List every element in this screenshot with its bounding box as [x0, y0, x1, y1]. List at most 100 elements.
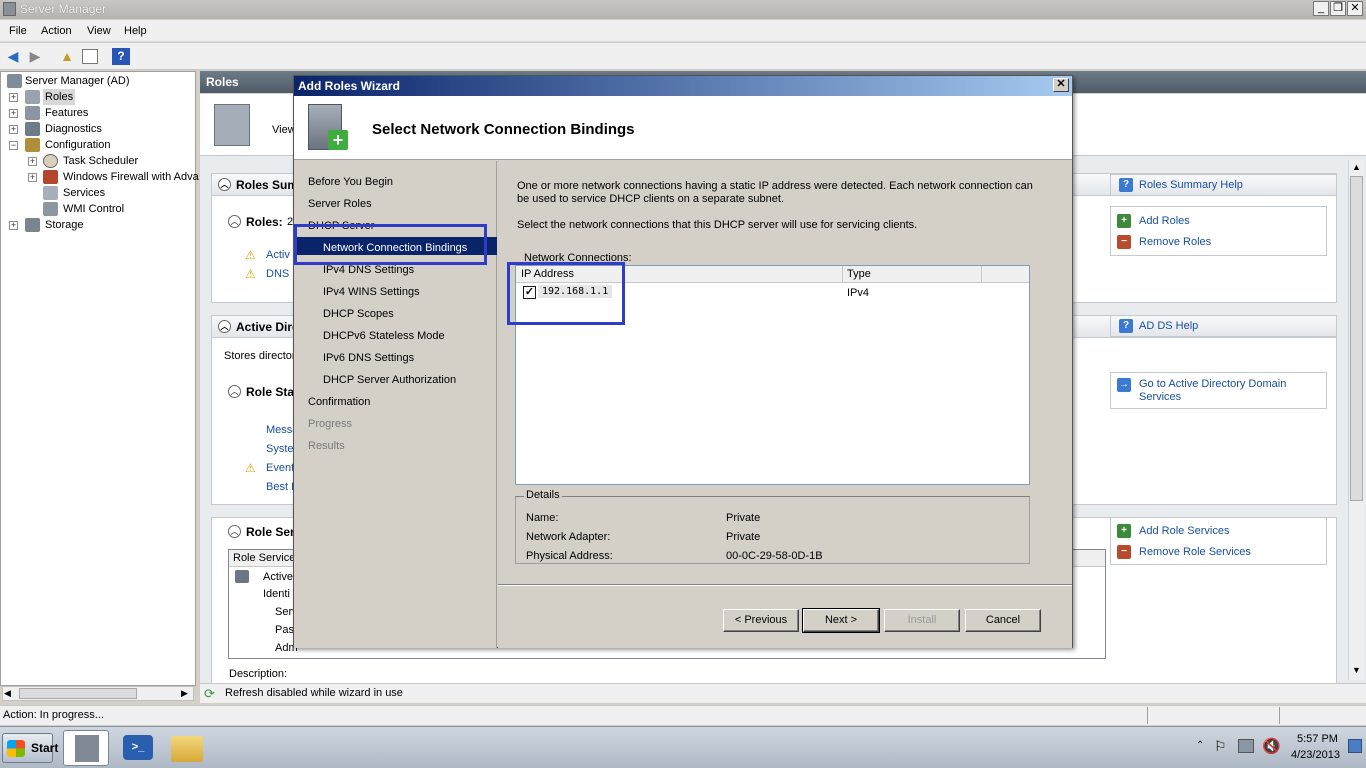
menu-help[interactable]: Help: [124, 25, 147, 37]
nav-before-you-begin[interactable]: Before You Begin: [308, 176, 393, 188]
previous-button[interactable]: < Previous: [723, 609, 799, 632]
install-button: Install: [884, 609, 960, 632]
tree-item-diagnostics[interactable]: Diagnostics: [45, 121, 102, 137]
ad-ds-help-link[interactable]: AD DS Help: [1139, 320, 1198, 332]
collapse-icon[interactable]: ︿: [228, 215, 241, 228]
role-link-active-directory[interactable]: Activ: [266, 249, 290, 261]
menu-action[interactable]: Action: [41, 25, 72, 37]
status-link-events[interactable]: Event: [266, 462, 294, 474]
close-button[interactable]: ✕: [1347, 1, 1363, 16]
show-hide-tree-icon[interactable]: [82, 49, 98, 64]
menu-file[interactable]: File: [9, 25, 27, 37]
tree-root[interactable]: Server Manager (AD): [25, 73, 130, 89]
detail-mac-label: Physical Address:: [526, 550, 613, 562]
collapse-icon[interactable]: ︿: [218, 320, 231, 333]
server-manager-icon: [7, 74, 22, 88]
collapse-icon[interactable]: ︿: [218, 178, 231, 191]
nav-ipv4-wins-settings[interactable]: IPv4 WINS Settings: [323, 286, 420, 298]
start-label: Start: [31, 741, 59, 755]
next-button[interactable]: Next >: [802, 608, 880, 633]
start-button[interactable]: Start: [2, 733, 58, 763]
up-folder-icon[interactable]: ▲: [58, 48, 76, 65]
cancel-button[interactable]: Cancel: [965, 609, 1041, 632]
tree-item-storage[interactable]: Storage: [45, 217, 84, 233]
expand-roles[interactable]: +: [9, 93, 18, 102]
forward-arrow-icon[interactable]: ▶: [26, 48, 44, 65]
clock-icon: [43, 154, 58, 168]
nav-dhcp-server-authorization[interactable]: DHCP Server Authorization: [323, 374, 456, 386]
add-roles-link[interactable]: Add Roles: [1139, 215, 1190, 227]
expand-task-scheduler[interactable]: +: [28, 157, 37, 166]
button-separator: [498, 584, 1072, 586]
back-arrow-icon[interactable]: ◀: [4, 48, 22, 65]
refresh-status-bar: ⟳ Refresh disabled while wizard in use: [200, 683, 1366, 703]
show-hidden-icons[interactable]: ⌃: [1196, 740, 1204, 751]
wizard-close-button[interactable]: ✕: [1053, 78, 1069, 92]
tree-item-task-scheduler[interactable]: Task Scheduler: [63, 153, 138, 169]
add-role-services-link[interactable]: Add Role Services: [1139, 525, 1230, 537]
wizard-title-bar: Add Roles Wizard ✕: [294, 76, 1072, 96]
nav-ipv4-dns-settings[interactable]: IPv4 DNS Settings: [323, 264, 414, 276]
toolbar: ◀ ▶ ▲ ?: [0, 43, 1366, 70]
action-center-flag-icon[interactable]: ⚐: [1214, 738, 1227, 755]
wizard-content: One or more network connections having a…: [498, 161, 1072, 648]
roles-banner-icon: [214, 104, 250, 146]
tree-item-features[interactable]: Features: [45, 105, 88, 121]
tree-item-roles[interactable]: Roles: [43, 89, 76, 105]
help-icon[interactable]: ?: [112, 48, 130, 65]
menu-bar: File Action View Help: [0, 20, 1366, 42]
expand-diagnostics[interactable]: +: [9, 125, 18, 134]
collapse-icon[interactable]: ︿: [228, 525, 241, 538]
roles-summary-help-link[interactable]: Roles Summary Help: [1139, 179, 1243, 191]
action-status-text: Action: In progress...: [3, 709, 104, 721]
warning-icon: ⚠: [245, 248, 256, 262]
goto-ad-link[interactable]: Go to Active Directory Domain Services: [1139, 378, 1309, 404]
volume-muted-icon[interactable]: 🔇: [1262, 737, 1281, 755]
tree-item-wmi-control[interactable]: WMI Control: [63, 201, 124, 217]
nav-server-roles[interactable]: Server Roles: [308, 198, 372, 210]
roles-summary-title: Roles Sum: [236, 178, 299, 192]
ad-ds-help-row: ? AD DS Help: [1110, 315, 1337, 337]
tree-item-firewall[interactable]: Windows Firewall with Adva: [63, 169, 199, 185]
menu-view[interactable]: View: [87, 25, 111, 37]
minimize-button[interactable]: _: [1313, 1, 1329, 16]
scroll-right-arrow[interactable]: ▶: [181, 688, 188, 699]
refresh-icon: ⟳: [204, 686, 215, 701]
expand-features[interactable]: +: [9, 109, 18, 118]
annotation-highlight-ip: [507, 262, 625, 325]
clock-date[interactable]: 4/23/2013: [1291, 749, 1340, 761]
tree-item-services[interactable]: Services: [63, 185, 105, 201]
scroll-thumb[interactable]: [1350, 176, 1363, 501]
role-service-row[interactable]: Identi: [263, 588, 290, 600]
detail-adapter-value: Private: [726, 531, 761, 543]
tree-item-configuration[interactable]: Configuration: [45, 137, 110, 153]
scroll-up-arrow[interactable]: ▲: [1352, 162, 1361, 172]
expand-firewall[interactable]: +: [28, 173, 37, 182]
remove-roles-link[interactable]: Remove Roles: [1139, 236, 1211, 248]
status-link-system[interactable]: Syste: [266, 443, 294, 455]
scroll-thumb[interactable]: [19, 688, 137, 699]
title-bar: Server Manager _ ❐ ✕: [0, 0, 1366, 19]
nav-ipv6-dns-settings[interactable]: IPv6 DNS Settings: [323, 352, 414, 364]
collapse-icon[interactable]: ︿: [228, 385, 241, 398]
role-service-row[interactable]: Active: [263, 571, 293, 583]
restore-button[interactable]: ❐: [1330, 1, 1346, 16]
remove-role-services-link[interactable]: Remove Role Services: [1139, 546, 1251, 558]
clock-time[interactable]: 5:57 PM: [1297, 733, 1338, 745]
network-icon[interactable]: [1238, 739, 1254, 753]
collapse-configuration[interactable]: −: [9, 141, 18, 150]
scroll-down-arrow[interactable]: ▼: [1352, 665, 1361, 675]
nav-dhcpv6-stateless-mode[interactable]: DHCPv6 Stateless Mode: [323, 330, 445, 342]
nav-confirmation[interactable]: Confirmation: [308, 396, 370, 408]
main-vertical-scrollbar[interactable]: ▲ ▼: [1348, 160, 1364, 680]
expand-storage[interactable]: +: [9, 221, 18, 230]
tree-horizontal-scrollbar[interactable]: ◀ ▶: [2, 686, 194, 701]
nav-dhcp-scopes[interactable]: DHCP Scopes: [323, 308, 394, 320]
taskbar-explorer[interactable]: [165, 730, 211, 766]
scroll-left-arrow[interactable]: ◀: [4, 688, 11, 699]
taskbar-server-manager[interactable]: [63, 730, 109, 766]
configuration-icon: [25, 138, 40, 152]
taskbar-powershell[interactable]: >_: [115, 730, 161, 766]
column-type[interactable]: Type: [847, 268, 871, 280]
show-desktop-button[interactable]: [1348, 739, 1362, 753]
